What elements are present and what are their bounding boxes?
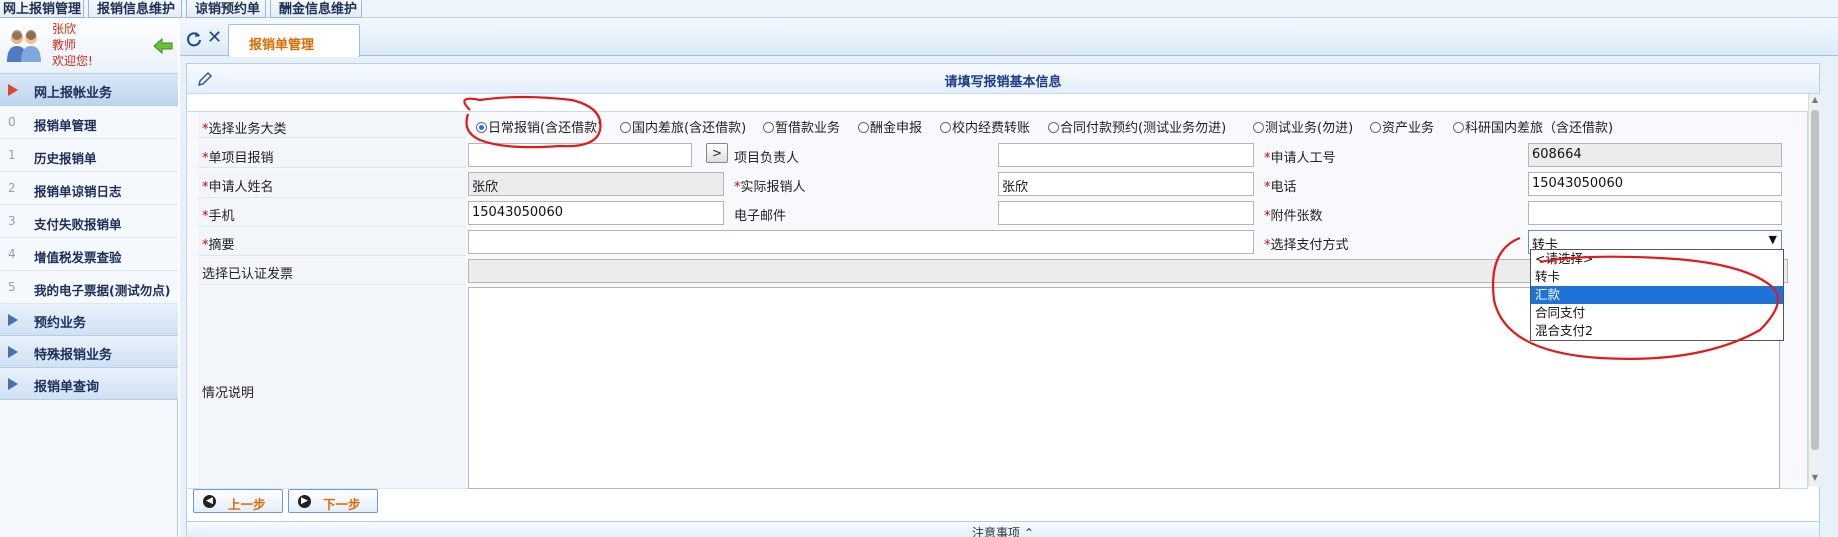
project-select-button[interactable]: > [706,143,728,163]
payment-dropdown-list: <请选择> 转卡 汇款 合同支付 混合支付2 [1530,249,1784,341]
top-menu-bar: 网上报销管理 报销信息维护 谅销预约单 酬金信息维护 [0,0,1838,18]
actual-label: *实际报销人 [734,180,806,195]
payment-option[interactable]: 混合支付2 [1531,322,1783,340]
arrow-left-icon: ◀ [203,495,216,508]
payment-option[interactable]: 合同支付 [1531,304,1783,322]
sidebar-item-history[interactable]: 1 历史报销单 [0,139,178,172]
desc-label: 情况说明 [202,386,255,401]
applicant-id-input[interactable]: 608664 [1528,143,1782,167]
radio-research-travel[interactable]: 科研国内差旅（含还借款) [1453,117,1613,136]
summary-label: *摘要 [202,238,235,253]
top-tab-remuneration[interactable]: 酬金信息维护 [270,0,362,18]
radio-transfer[interactable]: 校内经费转账 [940,117,1030,136]
sidebar: 张欣 教师 欢迎您! 网上报帐业务 0 报销单管理 1 历史报销单 2 报销单谅销日志… [0,18,178,537]
user-box: 张欣 教师 欢迎您! [0,18,178,74]
notice-bar[interactable]: 注意事项 ⌃ [186,521,1820,537]
panel-header: 请填写报销基本信息 [187,64,1819,94]
collapse-arrow-icon[interactable] [152,36,174,56]
arrow-right-icon [8,378,18,390]
tab-strip: ✕ 报销单管理 [180,18,1838,57]
sidebar-section-query[interactable]: 报销单查询 [0,368,178,400]
tab-reimbursement-manage[interactable]: 报销单管理 [228,24,360,57]
radio-daily[interactable]: 日常报销(含还借款) [476,117,602,136]
mobile-label: *手机 [202,209,235,224]
user-role: 教师 [52,38,77,52]
applicant-name-input[interactable]: 张欣 [468,172,724,196]
radio-contract[interactable]: 合同付款预约(测试业务勿进) [1048,117,1226,136]
close-icon[interactable]: ✕ [207,29,222,47]
arrow-right-icon [8,346,18,358]
payment-option[interactable]: 转卡 [1531,268,1783,286]
arrow-right-icon: ▶ [298,495,311,508]
sidebar-section-special[interactable]: 特殊报销业务 [0,336,178,368]
category-label: *选择业务大类 [202,122,287,137]
applicant-name-label: *申请人姓名 [202,180,274,195]
actual-input[interactable]: 张欣 [998,172,1254,196]
attach-label: *附件张数 [1264,209,1323,224]
sidebar-item-manage[interactable]: 0 报销单管理 [0,106,178,139]
scroll-down-icon[interactable]: ▼ [1811,474,1819,482]
applicant-id-label: *申请人工号 [1264,151,1336,166]
top-tab-booking[interactable]: 谅销预约单 [186,0,266,18]
payment-option[interactable]: <请选择> [1531,250,1783,268]
radio-asset[interactable]: 资产业务 [1370,117,1434,136]
mobile-input[interactable]: 15043050060 [468,201,724,225]
top-tab-reimbursement[interactable]: 网上报销管理 [0,0,84,18]
refresh-icon[interactable] [186,31,202,47]
chevron-down-icon: ▼ [1768,233,1777,246]
arrow-right-icon [8,314,18,326]
user-avatar-icon [7,30,41,62]
radio-loan[interactable]: 暂借款业务 [763,117,840,136]
phone-input[interactable]: 15043050060 [1528,172,1782,196]
email-label: 电子邮件 [734,209,787,224]
project-label: *单项目报销 [202,151,274,166]
project-input[interactable] [468,143,692,167]
sidebar-item-failed[interactable]: 3 支付失败报销单 [0,205,178,238]
leader-label: 项目负责人 [734,151,800,166]
radio-remuneration[interactable]: 酬金申报 [858,117,922,136]
payment-option-highlighted[interactable]: 汇款 [1531,286,1783,304]
sidebar-item-log[interactable]: 2 报销单谅销日志 [0,172,178,205]
attach-input[interactable] [1528,201,1782,225]
scrollbar[interactable]: ▲ ▼ [1808,94,1820,486]
prev-button[interactable]: ◀ 上一步 [193,489,283,513]
summary-input[interactable] [468,230,1254,254]
email-input[interactable] [998,201,1254,225]
panel-title: 请填写报销基本信息 [944,75,1062,90]
phone-label: *电话 [1264,180,1297,195]
sidebar-section-online[interactable]: 网上报帐业务 [0,74,178,106]
sidebar-item-ebill[interactable]: 5 我的电子票据(测试勿点) [0,271,178,304]
user-welcome: 欢迎您! [52,54,93,68]
arrow-right-icon [8,84,18,96]
scroll-thumb[interactable] [1811,110,1819,450]
radio-domestic-travel[interactable]: 国内差旅(含还借款) [620,117,746,136]
radio-test[interactable]: 测试业务(勿进) [1253,117,1353,136]
sidebar-item-vat[interactable]: 4 增值税发票查验 [0,238,178,271]
payment-label: *选择支付方式 [1264,238,1349,253]
sidebar-section-booking[interactable]: 预约业务 [0,304,178,336]
invoice-label: 选择已认证发票 [202,267,294,282]
top-tab-info[interactable]: 报销信息维护 [88,0,182,18]
user-name: 张欣 [52,22,77,36]
scroll-up-icon[interactable]: ▲ [1811,96,1819,104]
next-button[interactable]: ▶ 下一步 [288,489,378,513]
leader-input[interactable] [998,143,1254,167]
